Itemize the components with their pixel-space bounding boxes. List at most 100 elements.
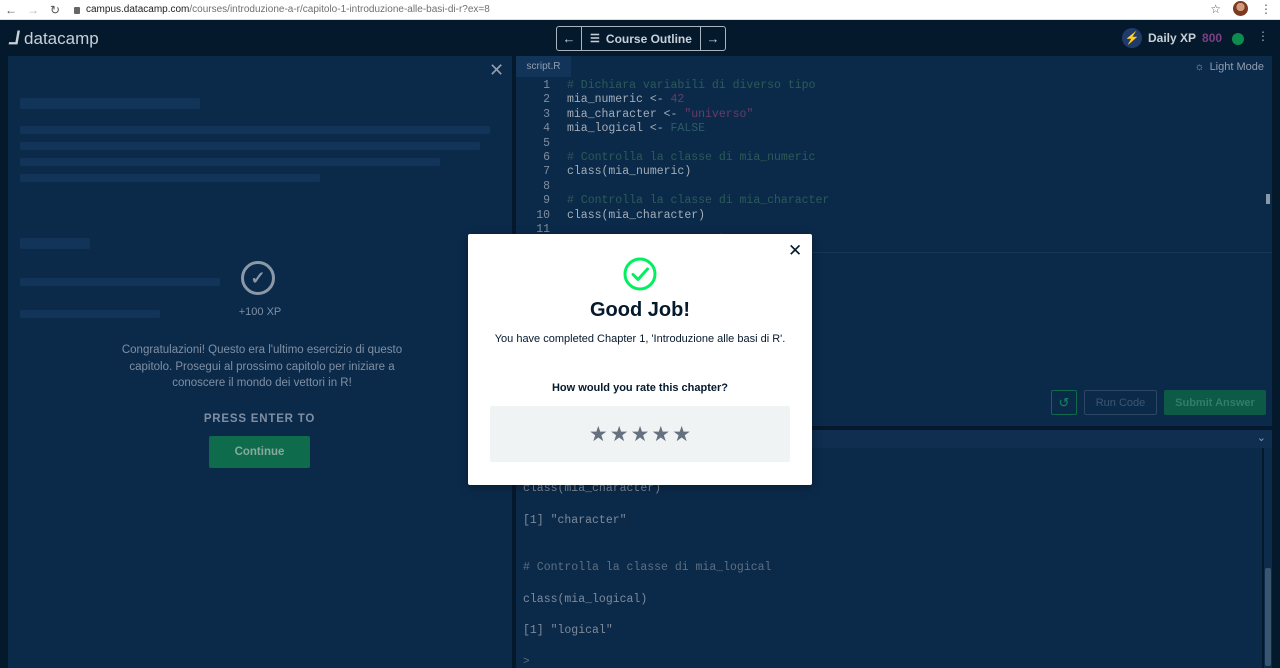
daily-xp-label: Daily XP [1148, 31, 1197, 45]
bookmark-star-icon[interactable]: ☆ [1210, 2, 1221, 16]
star-icon[interactable]: ★ [651, 424, 670, 445]
address-bar[interactable]: campus.datacamp.com/courses/introduzione… [74, 4, 490, 15]
close-icon[interactable]: ✕ [489, 60, 504, 81]
reset-code-button[interactable]: ↺ [1051, 390, 1077, 415]
faded-text-line [20, 174, 320, 182]
code-number: 42 [670, 93, 685, 107]
code-variable: mia_logical <- [567, 122, 671, 136]
console-prompt[interactable]: > [523, 656, 530, 668]
star-icon[interactable]: ★ [589, 424, 608, 445]
line-number: 8 [543, 179, 550, 193]
sun-icon: ☼ [1194, 61, 1205, 73]
daily-xp-value: 800 [1202, 31, 1223, 45]
completed-check-icon: ✓ [241, 261, 275, 295]
console-comment: # Controlla la classe di mia_logical [523, 561, 772, 574]
datacamp-logo[interactable]: ⅃ datacamp [8, 28, 99, 49]
console-scrollbar-thumb[interactable] [1265, 568, 1271, 666]
run-code-button[interactable]: Run Code [1084, 390, 1157, 415]
app-header: ⅃ datacamp ← ☰ Course Outline → ⚡ Daily … [0, 20, 1280, 56]
previous-exercise-button[interactable]: ← [557, 27, 581, 50]
reload-icon[interactable]: ↻ [44, 3, 66, 17]
arrow-right-icon: → [706, 31, 720, 46]
logo-text: datacamp [24, 28, 99, 48]
code-text: class(mia_character) [567, 208, 706, 222]
datacamp-logo-icon: ⅃ [8, 28, 22, 48]
rating-question: How would you rate this chapter? [551, 382, 729, 394]
more-options-icon[interactable]: ⋮ [1257, 29, 1269, 43]
menu-icon: ☰ [590, 33, 600, 45]
line-number: 9 [543, 194, 550, 208]
back-arrow-icon[interactable]: ← [0, 3, 22, 17]
code-variable: mia_character <- [567, 107, 685, 121]
faded-text-line [20, 158, 440, 166]
star-icon[interactable]: ★ [631, 424, 650, 445]
line-number: 4 [543, 122, 550, 136]
line-number: 3 [543, 107, 550, 121]
editor-scrollbar[interactable] [1266, 194, 1270, 204]
line-number: 6 [543, 151, 550, 164]
status-indicator [1232, 33, 1244, 45]
arrow-left-icon: ← [562, 31, 576, 46]
faded-text-line [20, 126, 490, 134]
good-job-dialog: ✕ Good Job! You have completed Chapter 1… [468, 234, 812, 485]
code-line: 9 # Controlla la classe di mia_character [516, 194, 829, 208]
forward-arrow-icon[interactable]: → [22, 3, 44, 17]
daily-xp[interactable]: ⚡ Daily XP 800 [1122, 28, 1222, 48]
star-rating: ★ ★ ★ ★ ★ [490, 406, 790, 462]
lightning-bolt-icon: ⚡ [1122, 28, 1142, 48]
url-path: /courses/introduzione-a-r/capitolo-1-int… [189, 4, 490, 15]
code-line: 2 mia_numeric <- 42 [516, 93, 684, 107]
continue-button[interactable]: Continue [209, 436, 310, 468]
code-comment: # Controlla la classe di mia_character [567, 194, 830, 208]
code-line: 4 mia_logical <- FALSE [516, 122, 705, 136]
faded-heading [20, 238, 90, 249]
code-variable: mia_numeric <- [567, 93, 671, 107]
code-line: 1 # Dichiara variabili di diverso tipo [516, 79, 815, 93]
xp-award: +100 XP [238, 306, 282, 318]
check-circle-icon [623, 257, 657, 291]
course-navigation: ← ☰ Course Outline → [556, 26, 726, 51]
dialog-message: You have completed Chapter 1, 'Introduzi… [494, 333, 786, 345]
lock-icon [74, 6, 80, 14]
course-outline-label: Course Outline [605, 31, 692, 46]
code-text: mia_character <- "universo" [567, 108, 753, 122]
code-text: mia_numeric <- 42 [567, 93, 684, 107]
code-comment: # Controlla la classe di mia_numeric [567, 151, 816, 164]
code-boolean: FALSE [670, 122, 706, 136]
close-icon[interactable]: ✕ [788, 242, 802, 259]
exercise-panel: ✕ ✓ +100 XP Congratulazioni! Questo era … [8, 56, 512, 668]
browser-toolbar: ← → ↻ campus.datacamp.com/courses/introd… [0, 0, 1280, 20]
url-host: campus.datacamp.com [86, 4, 190, 15]
faded-heading [20, 98, 200, 109]
line-number: 2 [543, 93, 550, 107]
console-line: class(mia_logical) [523, 593, 648, 606]
star-icon[interactable]: ★ [672, 424, 691, 445]
code-line: 5 [516, 137, 550, 151]
profile-avatar[interactable] [1233, 1, 1248, 16]
code-text: mia_logical <- FALSE [567, 122, 705, 136]
code-line: 7 class(mia_numeric) [516, 165, 691, 179]
reset-icon: ↺ [1058, 394, 1070, 410]
tab-script-r[interactable]: script.R [516, 56, 571, 77]
line-number: 10 [536, 208, 550, 222]
line-number: 7 [543, 165, 550, 179]
star-icon[interactable]: ★ [610, 424, 629, 445]
light-mode-label: Light Mode [1209, 61, 1264, 73]
code-line: 3 mia_character <- "universo" [516, 108, 753, 122]
console-output: [1] "character" [523, 514, 627, 527]
dialog-title: Good Job! [590, 299, 690, 321]
line-number: 1 [543, 79, 550, 92]
submit-answer-button[interactable]: Submit Answer [1164, 390, 1266, 415]
code-comment: # Dichiara variabili di diverso tipo [567, 79, 816, 92]
code-line: 6 # Controlla la classe di mia_numeric [516, 151, 815, 165]
next-exercise-button[interactable]: → [701, 27, 725, 50]
faded-text-line [20, 310, 160, 318]
code-line: 10 class(mia_character) [516, 209, 705, 223]
code-text: class(mia_numeric) [567, 165, 692, 179]
chevron-down-icon[interactable]: ⌄ [1257, 431, 1266, 444]
light-mode-toggle[interactable]: ☼ Light Mode [1194, 61, 1264, 73]
faded-text-line [20, 142, 480, 150]
line-number: 5 [543, 136, 550, 150]
course-outline-button[interactable]: ☰ Course Outline [581, 27, 701, 50]
browser-menu-icon[interactable]: ⋮ [1260, 2, 1272, 16]
